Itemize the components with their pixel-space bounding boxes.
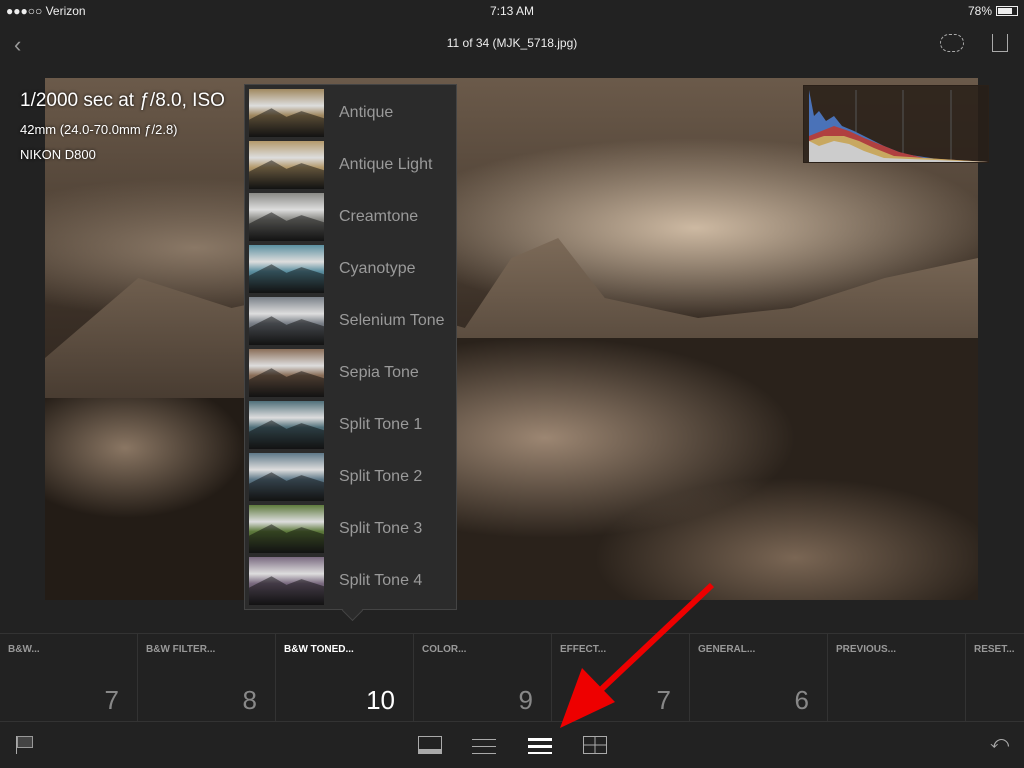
- clock: 7:13 AM: [489, 4, 535, 18]
- group-count: 6: [794, 685, 809, 715]
- bottom-toolbar: ⤺: [0, 722, 1024, 768]
- exposure: 1/2000 sec at ƒ/8.0, ISO: [20, 90, 225, 111]
- preset-group-7[interactable]: RESET...: [966, 634, 1024, 722]
- group-label: RESET...: [974, 644, 1015, 655]
- group-label: B&W FILTER...: [146, 644, 216, 655]
- photo-info: 1/2000 sec at ƒ/8.0, ISO 42mm (24.0-70.0…: [20, 90, 225, 162]
- preset-thumbnail: [249, 141, 324, 189]
- preset-label: Sepia Tone: [339, 364, 419, 381]
- preset-item[interactable]: Split Tone 4: [245, 555, 456, 607]
- preset-label: Creamtone: [339, 208, 419, 225]
- preset-thumbnail: [249, 89, 324, 137]
- preset-group-3[interactable]: COLOR... 9: [414, 634, 552, 722]
- preset-label: Antique Light: [339, 156, 433, 173]
- preset-label: Antique: [339, 104, 394, 121]
- preset-thumbnail: [249, 245, 324, 293]
- share-icon[interactable]: [992, 34, 1008, 52]
- preset-thumbnail: [249, 297, 324, 345]
- preset-group-6[interactable]: PREVIOUS...: [828, 634, 966, 722]
- adjust-sliders-icon[interactable]: [472, 736, 496, 754]
- preset-label: Selenium Tone: [339, 312, 445, 329]
- battery-icon: [996, 6, 1018, 16]
- filmstrip-icon[interactable]: [418, 736, 442, 754]
- status-bar: ●●●○○ Verizon 7:13 AM 78%: [0, 0, 1024, 22]
- preset-group-4[interactable]: EFFECT... 7: [552, 634, 690, 722]
- preset-thumbnail: [249, 401, 324, 449]
- preset-group-1[interactable]: B&W FILTER... 8: [138, 634, 276, 722]
- group-label: COLOR...: [422, 644, 467, 655]
- preset-item[interactable]: Antique: [245, 87, 456, 139]
- preset-group-5[interactable]: GENERAL... 6: [690, 634, 828, 722]
- group-count: 10: [366, 685, 395, 715]
- group-label: B&W TONED...: [284, 644, 354, 655]
- preset-group-2[interactable]: B&W TONED... 10: [276, 634, 414, 722]
- preset-label: Split Tone 4: [339, 572, 423, 589]
- crop-icon[interactable]: [583, 736, 607, 754]
- preset-item[interactable]: Split Tone 1: [245, 399, 456, 451]
- group-count: 8: [242, 685, 257, 715]
- presets-list-icon[interactable]: [528, 736, 552, 754]
- preset-label: Split Tone 1: [339, 416, 423, 433]
- preset-group-strip: B&W... 7 B&W FILTER... 8 B&W TONED... 10 COLOR…: [0, 633, 1024, 722]
- nav-bar: ‹ 11 of 34 (MJK_5718.jpg): [0, 22, 1024, 66]
- undo-icon[interactable]: ⤺: [990, 732, 1014, 752]
- preset-popover: Antique Antique Light Creamtone Cyanotype Se…: [244, 84, 457, 610]
- camera: NIKON D800: [20, 147, 96, 162]
- preset-item[interactable]: Selenium Tone: [245, 295, 456, 347]
- group-label: B&W...: [8, 644, 40, 655]
- battery-percent: 78%: [967, 4, 992, 18]
- lens: 42mm (24.0-70.0mm ƒ/2.8): [20, 122, 178, 137]
- preset-thumbnail: [249, 557, 324, 605]
- preset-item[interactable]: Antique Light: [245, 139, 456, 191]
- preset-label: Split Tone 2: [339, 468, 423, 485]
- group-label: GENERAL...: [698, 644, 756, 655]
- preset-thumbnail: [249, 453, 324, 501]
- preset-thumbnail: [249, 505, 324, 553]
- preset-thumbnail: [249, 193, 324, 241]
- page-title: 11 of 34 (MJK_5718.jpg): [446, 36, 578, 50]
- group-count: 7: [656, 685, 671, 715]
- flag-icon[interactable]: [16, 736, 34, 754]
- group-label: EFFECT...: [560, 644, 607, 655]
- preset-group-0[interactable]: B&W... 7: [0, 634, 138, 722]
- preset-label: Split Tone 3: [339, 520, 423, 537]
- histogram: [803, 85, 989, 163]
- preset-item[interactable]: Split Tone 2: [245, 451, 456, 503]
- preset-label: Cyanotype: [339, 260, 416, 277]
- add-to-collection-icon[interactable]: [940, 34, 964, 52]
- battery: 78%: [968, 4, 1018, 18]
- group-count: 9: [518, 685, 533, 715]
- preset-thumbnail: [249, 349, 324, 397]
- preset-item[interactable]: Split Tone 3: [245, 503, 456, 555]
- preset-item[interactable]: Sepia Tone: [245, 347, 456, 399]
- group-count: 7: [104, 685, 119, 715]
- preset-item[interactable]: Creamtone: [245, 191, 456, 243]
- group-label: PREVIOUS...: [836, 644, 897, 655]
- preset-item[interactable]: Cyanotype: [245, 243, 456, 295]
